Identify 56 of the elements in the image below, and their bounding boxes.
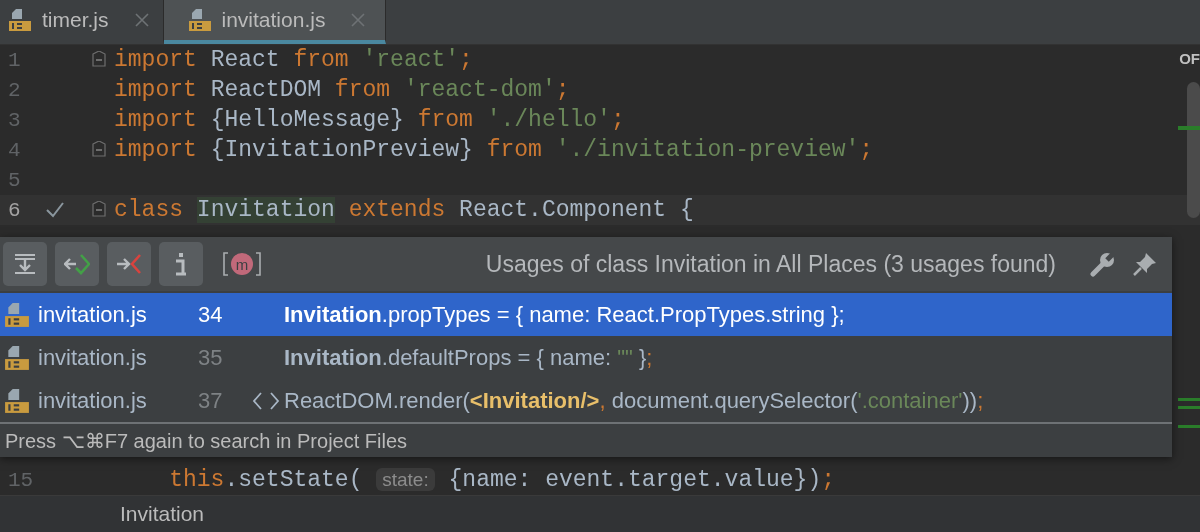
line-number: 1	[7, 48, 22, 72]
bracket-icon	[223, 252, 229, 276]
usage-code: ReactDOM.render(<Invitation/>, document.querySelector('.container'));	[284, 387, 984, 414]
code-line: import {InvitationPreview} from './invitation-preview';	[114, 137, 874, 163]
fold-icon[interactable]	[92, 141, 106, 159]
line-number: 15	[7, 468, 34, 492]
line-number: 5	[7, 168, 22, 192]
line-number: 4	[7, 138, 22, 162]
bracket-icon	[255, 252, 261, 276]
scrollbar-thumb[interactable]	[1187, 82, 1200, 218]
member-filter-toggle[interactable]: m	[217, 252, 267, 276]
js-file-icon	[187, 8, 212, 32]
js-file-icon	[8, 8, 32, 32]
file-name: invitation.js	[38, 387, 148, 414]
next-occurrence-button[interactable]	[107, 242, 151, 286]
usage-code: Invitation.propTypes = { name: React.PropTypes.string };	[284, 301, 845, 328]
code-line: import {HelloMessage} from './hello';	[114, 107, 625, 133]
editor-tab[interactable]: invitation.js	[163, 0, 387, 44]
hint-text: Press ⌥⌘F7 again to search in Project Files	[5, 428, 408, 453]
line-number: 3	[7, 108, 22, 132]
js-file-icon	[4, 301, 30, 328]
change-marker	[1178, 398, 1200, 428]
fold-icon[interactable]	[92, 51, 106, 69]
change-marker	[1178, 126, 1200, 130]
line-number: 2	[7, 78, 22, 102]
file-name: invitation.js	[38, 301, 148, 328]
file-name: invitation.js	[38, 344, 148, 371]
expand-button[interactable]	[3, 242, 47, 286]
usage-code: Invitation.defaultProps = { name: "" };	[284, 344, 653, 371]
code-line: class Invitation extends React.Component {	[114, 197, 694, 223]
usage-row[interactable]: invitation.js 34 Invitation.propTypes = { name: React.PropTypes.string };	[0, 293, 1172, 336]
js-file-icon	[4, 387, 30, 414]
code-line: this.setState( state: {name: event.target.value});	[168, 467, 835, 493]
line-number: 34	[198, 301, 224, 328]
pin-icon[interactable]	[1132, 251, 1158, 277]
settings-icon[interactable]	[1090, 251, 1116, 277]
arrow-right-icon	[116, 252, 142, 276]
merge-lines-icon	[13, 252, 37, 276]
editor-tab[interactable]: timer.js	[0, 0, 164, 44]
popup-title: Usages of class Invitation in All Places (3 usages found)	[484, 250, 1056, 278]
usage-row[interactable]: invitation.js 37 ReactDOM.render(<Invitation/>, document.querySelector('.container'));	[0, 379, 1172, 422]
previous-occurrence-button[interactable]	[55, 242, 99, 286]
usage-row[interactable]: invitation.js 35 Invitation.defaultProps = { name: "" };	[0, 336, 1172, 379]
info-button[interactable]	[159, 242, 203, 286]
line-number: 35	[198, 344, 224, 371]
js-file-icon	[4, 344, 30, 371]
code-line: import React from 'react';	[114, 47, 473, 73]
code-line: import ReactDOM from 'react-dom';	[114, 77, 570, 103]
line-number: 6	[7, 198, 22, 222]
fold-icon[interactable]	[92, 201, 106, 219]
breadcrumb[interactable]: Invitation	[120, 502, 205, 526]
arrow-left-icon	[64, 252, 90, 276]
close-icon[interactable]	[134, 13, 149, 27]
line-number: 37	[198, 387, 224, 414]
inspection-status[interactable]: OF	[1179, 50, 1200, 67]
info-icon	[173, 252, 189, 276]
